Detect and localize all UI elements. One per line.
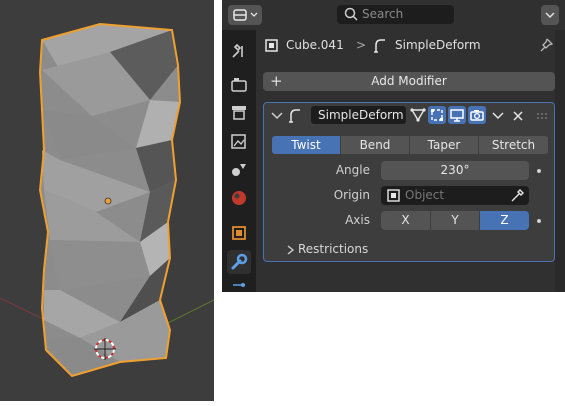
simple-deform-panel: SimpleDeform Twist Bend Taper Stretch An…	[263, 102, 555, 262]
mode-twist-button[interactable]: Twist	[272, 136, 340, 154]
breadcrumb-separator: >	[356, 38, 367, 52]
object-icon	[232, 226, 246, 240]
properties-editor-icon	[233, 9, 258, 21]
view-layer-icon	[231, 134, 246, 149]
tab-view-layer[interactable]	[227, 130, 251, 154]
chevron-down-icon[interactable]	[491, 109, 505, 123]
properties-editor: Search Cube.041 > SimpleDeform + Add Mod…	[222, 0, 565, 292]
breadcrumb-object: Cube.041	[286, 38, 344, 52]
angle-label: Angle	[335, 163, 370, 177]
options-dropdown[interactable]	[541, 5, 559, 25]
pin-icon[interactable]	[538, 37, 554, 55]
origin-field[interactable]: Object	[381, 186, 529, 205]
editor-type-button[interactable]	[228, 5, 262, 25]
axis-label: Axis	[345, 213, 370, 227]
close-icon[interactable]	[511, 109, 525, 123]
drag-handle-icon[interactable]	[535, 109, 549, 123]
render-toggle[interactable]	[468, 106, 486, 124]
tab-particles[interactable]	[227, 275, 251, 292]
mode-taper-button[interactable]: Taper	[410, 136, 478, 154]
chevron-right-icon[interactable]	[284, 244, 296, 256]
tab-tool[interactable]	[227, 39, 251, 63]
tab-world[interactable]	[227, 186, 251, 210]
keyframe-dot[interactable]	[537, 219, 541, 223]
separator-gap	[214, 0, 222, 406]
properties-tabs	[222, 30, 256, 292]
add-modifier-button[interactable]: + Add Modifier	[263, 72, 555, 91]
modifier-name-value: SimpleDeform	[318, 108, 404, 122]
scrollbar-track[interactable]	[555, 30, 565, 292]
monitor-icon	[450, 109, 464, 122]
camera-icon	[470, 110, 484, 121]
axis-x-button[interactable]: X	[381, 211, 430, 230]
breadcrumb-modifier: SimpleDeform	[395, 38, 481, 52]
object-data-icon	[265, 39, 278, 52]
mode-bend-button[interactable]: Bend	[341, 136, 409, 154]
3d-viewport[interactable]	[0, 0, 214, 401]
origin-label: Origin	[333, 188, 370, 202]
angle-field[interactable]: 230°	[381, 161, 529, 180]
tab-render[interactable]	[227, 73, 251, 97]
axis-y-button[interactable]: Y	[431, 211, 479, 230]
chevron-down-icon	[545, 12, 555, 19]
add-modifier-label: Add Modifier	[371, 74, 447, 88]
modifier-name-field[interactable]: SimpleDeform	[311, 106, 406, 124]
breadcrumb: Cube.041 > SimpleDeform	[264, 36, 554, 56]
edit-mode-cage-toggle[interactable]	[409, 106, 427, 124]
tab-scene[interactable]	[227, 158, 251, 182]
vertex-triangle-icon	[410, 108, 426, 122]
properties-header: Search	[222, 0, 565, 30]
simple-deform-icon	[374, 39, 385, 53]
search-input[interactable]: Search	[337, 5, 454, 24]
object-data-icon	[387, 189, 400, 202]
chevron-down-icon[interactable]	[270, 109, 284, 123]
tool-icon	[232, 43, 243, 58]
eyedropper-icon[interactable]	[509, 188, 525, 204]
output-icon	[232, 106, 246, 120]
tab-modifiers[interactable]	[227, 250, 251, 274]
search-icon	[344, 7, 358, 21]
simple-deform-icon	[289, 109, 300, 123]
viewport-scene	[0, 22, 214, 378]
origin-placeholder: Object	[405, 188, 445, 202]
tab-output[interactable]	[227, 100, 251, 124]
search-placeholder: Search	[362, 7, 404, 21]
particles-icon	[233, 283, 245, 287]
world-icon	[232, 191, 246, 205]
restrictions-subpanel-label[interactable]: Restrictions	[298, 242, 368, 256]
viewport-toggle[interactable]	[448, 106, 466, 124]
origin-point	[104, 197, 112, 205]
wrench-icon	[231, 253, 248, 270]
edit-mode-toggle[interactable]	[428, 106, 446, 124]
scene-icon	[232, 164, 246, 176]
render-icon	[231, 78, 247, 92]
edit-mode-icon	[431, 109, 443, 121]
tab-object[interactable]	[227, 221, 251, 245]
keyframe-dot[interactable]	[537, 169, 541, 173]
axis-z-button[interactable]: Z	[480, 211, 529, 230]
mode-stretch-button[interactable]: Stretch	[479, 136, 548, 154]
